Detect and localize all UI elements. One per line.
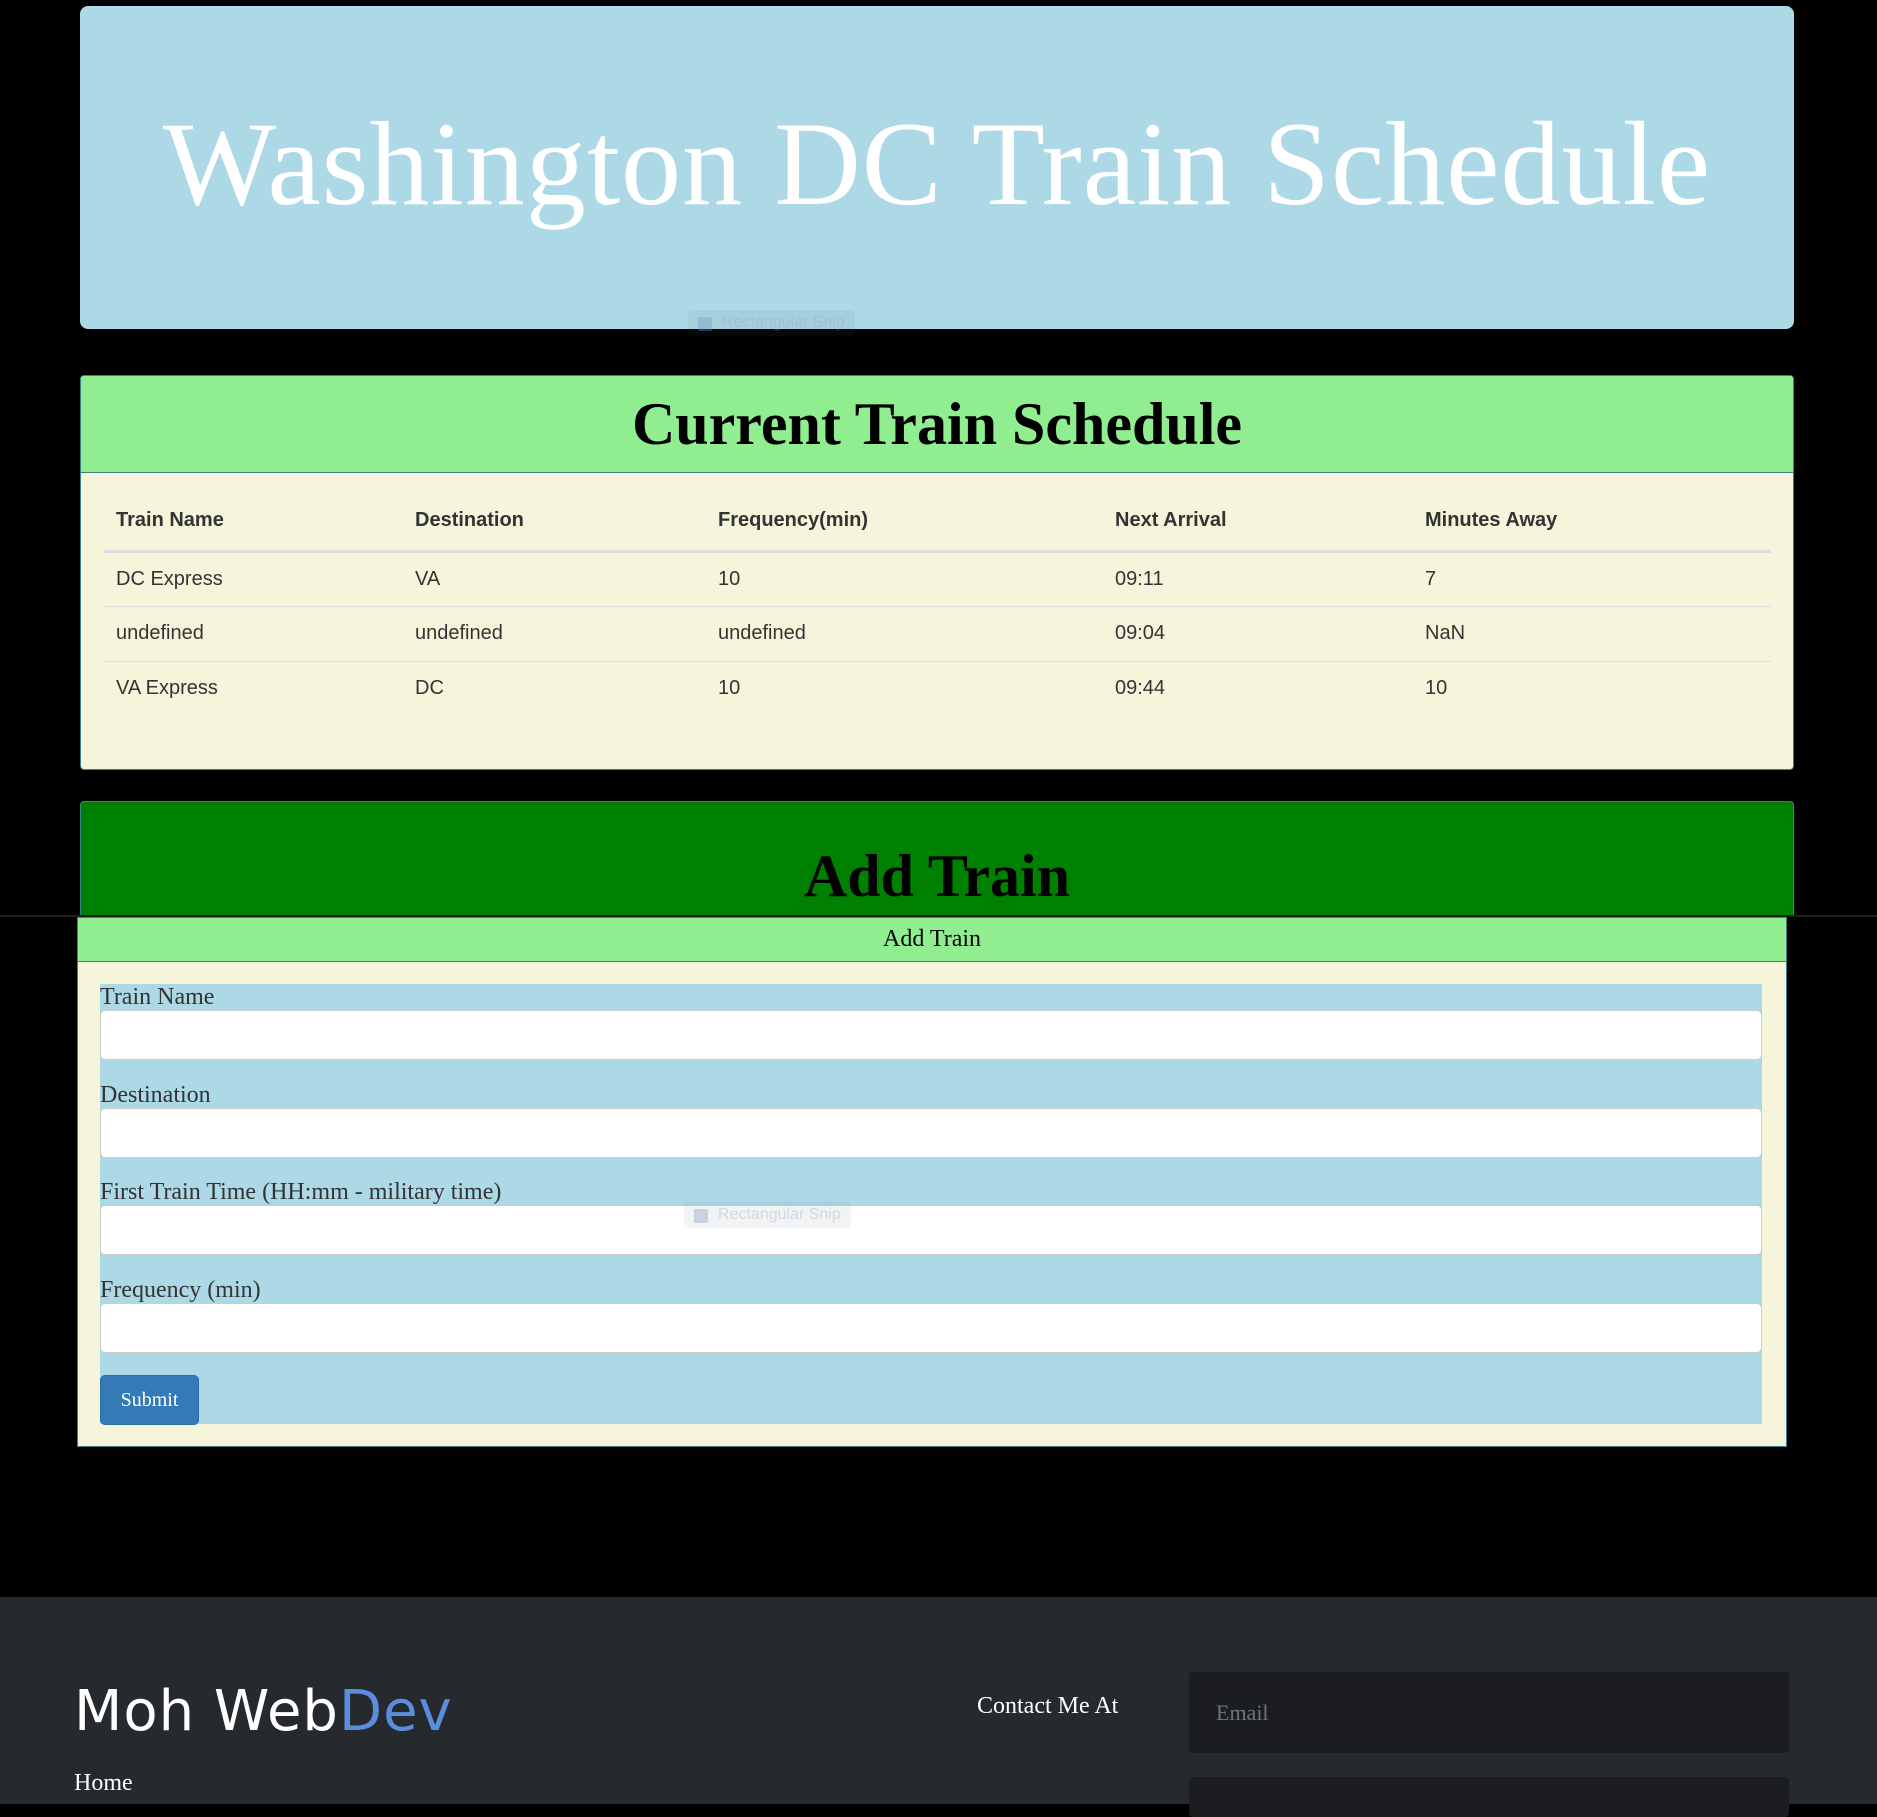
add-train-panel-heading: Add Train [78,918,1786,962]
schedule-panel-heading: Current Train Schedule [81,376,1793,473]
table-cell: 10 [718,567,741,590]
table-header-row: Train Name Destination Frequency(min) Ne… [104,491,1771,553]
table-cell: 7 [1425,567,1437,590]
destination-label: Destination [100,1082,211,1108]
first-train-time-group: First Train Time (HH:mm - military time) [100,1179,1762,1255]
table-cell: 09:11 [1115,567,1164,590]
table-row: VA Express DC 10 09:44 10 [104,660,1771,716]
table-cell: 09:44 [1103,660,1413,716]
train-name-group: Train Name [100,984,1762,1060]
snip-ghost-label: Rectangular Snip [688,310,855,336]
table-cell: 09:04 [1103,605,1413,661]
table-cell: NaN [1413,605,1771,661]
table-row: DC Express VA 10 09:11 7 [104,551,1771,606]
page-title: Washington DC Train Schedule [162,96,1712,230]
brand-name: Moh Web [74,1679,339,1744]
brand-accent: Dev [338,1679,453,1744]
schedule-panel: Current Train Schedule Train Name Destin… [80,375,1794,770]
table-cell: 10 [1413,660,1771,716]
add-train-form: Train Name Destination First Train Time … [100,984,1762,1425]
destination-group: Destination [100,1082,1762,1158]
brand-logo: Moh WebDev [74,1679,453,1744]
train-name-input[interactable] [100,1010,1762,1060]
column-header: Train Name [104,491,403,553]
table-cell: undefined [104,605,403,661]
table-cell: undefined [706,605,1103,661]
submit-button[interactable]: Submit [100,1375,199,1425]
train-name-label: Train Name [100,984,215,1010]
footer-home-link[interactable]: Home [74,1770,133,1797]
add-train-banner: Add Train [80,801,1794,916]
frequency-group: Frequency (min) [100,1277,1762,1353]
frequency-input[interactable] [100,1303,1762,1353]
column-header: Next Arrival [1103,491,1413,553]
destination-input[interactable] [100,1108,1762,1158]
add-train-title: Add Train [803,843,1071,909]
header-jumbotron: Washington DC Train Schedule [80,6,1794,329]
table-cell: 10 [706,660,1103,716]
frequency-label: Frequency (min) [100,1277,261,1303]
email-field[interactable] [1189,1672,1789,1753]
footer-secondary-field[interactable] [1189,1777,1789,1817]
first-train-time-label: First Train Time (HH:mm - military time) [100,1179,502,1205]
table-cell: undefined [403,605,706,661]
add-train-form-panel: Add Train Train Name Destination First T… [77,917,1787,1447]
table-cell: DC Express [116,567,223,590]
contact-label: Contact Me At [977,1693,1119,1719]
table-row: undefined undefined undefined 09:04 NaN [104,605,1771,661]
site-footer: Moh WebDev Home Contact Me At [0,1597,1877,1817]
column-header: Destination [403,491,706,553]
table-cell: VA Express [104,660,403,716]
schedule-table: Train Name Destination Frequency(min) Ne… [104,491,1771,716]
table-cell: VA [415,567,441,590]
column-header: Frequency(min) [706,491,1103,553]
schedule-title: Current Train Schedule [631,390,1243,457]
snip-ghost-label: Rectangular Snip [684,1202,851,1228]
column-header: Minutes Away [1413,491,1771,553]
table-cell: DC [403,660,706,716]
first-train-time-input[interactable] [100,1205,1762,1255]
